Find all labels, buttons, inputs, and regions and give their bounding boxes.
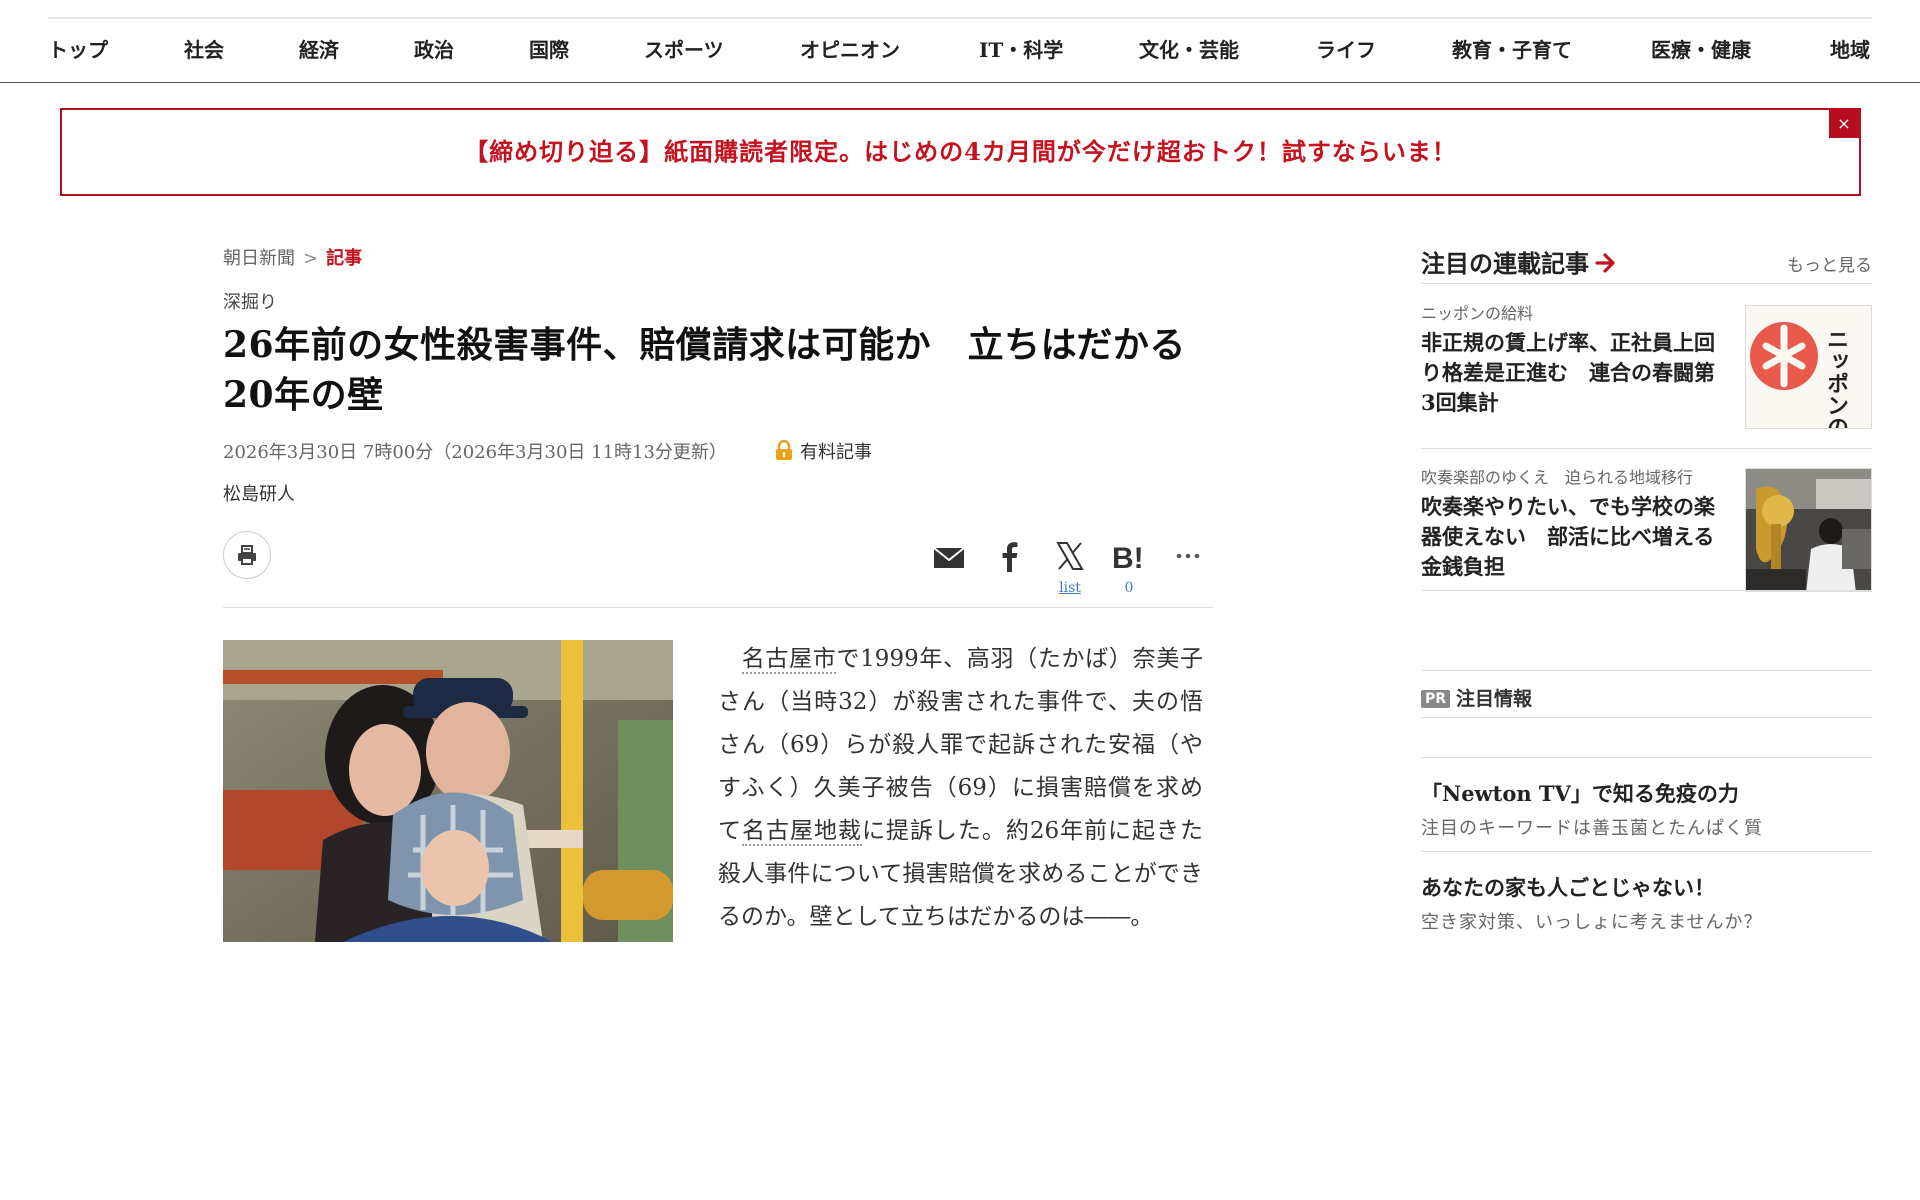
promo-banner: 【締め切り迫る】紙面購読者限定。はじめの4カ月間が今だけ超おトク！試すならいま！… xyxy=(60,108,1861,196)
nav-item-culture[interactable]: 文化・芸能 xyxy=(1139,19,1239,82)
nav-item-society[interactable]: 社会 xyxy=(184,19,224,82)
pr-divider xyxy=(1421,757,1872,758)
breadcrumb-current[interactable]: 記事 xyxy=(326,248,362,269)
pr-heading: PR 注目情報 xyxy=(1421,684,1532,711)
sidebar-divider xyxy=(1421,590,1872,591)
series-title-2[interactable]: 吹奏楽やりたい、でも学校の楽器使えない 部活に比べ増える金銭負担 xyxy=(1421,492,1721,582)
nav-item-opinion[interactable]: オピニオン xyxy=(800,19,900,82)
breadcrumb-separator: > xyxy=(303,248,319,269)
series-thumbnail-1[interactable]: ニッポンの給料 xyxy=(1745,305,1872,429)
article-body-part1: で1999年、高羽（たかば）奈美子さん（当時32）が殺害された事件で、夫の悟さん… xyxy=(718,646,1204,844)
article-divider xyxy=(223,607,1213,608)
article-kicker: 深掘り xyxy=(223,292,277,313)
pr-badge: PR xyxy=(1421,690,1451,708)
x-icon xyxy=(1056,542,1084,570)
nav-item-world[interactable]: 国際 xyxy=(529,19,569,82)
nav-item-health[interactable]: 医療・健康 xyxy=(1651,19,1751,82)
arrow-right-icon xyxy=(1595,253,1615,273)
article-author[interactable]: 松島研人 xyxy=(223,480,295,506)
series-thumbnail-2[interactable] xyxy=(1745,468,1872,592)
share-facebook-button[interactable] xyxy=(998,536,1022,580)
sidebar-title-text: 注目の連載記事 xyxy=(1421,249,1589,278)
nav-item-sports[interactable]: スポーツ xyxy=(644,19,724,82)
family-photo-image xyxy=(223,640,673,942)
promo-close-button[interactable]: × xyxy=(1829,110,1859,138)
sidebar-divider xyxy=(1421,283,1872,284)
article-photo[interactable] xyxy=(223,640,673,942)
brass-band-photo xyxy=(1746,469,1871,591)
pr-heading-text: 注目情報 xyxy=(1456,688,1533,710)
breadcrumb: 朝日新聞 > 記事 xyxy=(223,244,362,270)
article-title-line2: 20年の壁 xyxy=(223,374,384,416)
pr-item-title-2[interactable]: あなたの家も人ごとじゃない！ xyxy=(1421,872,1715,902)
series-title-1[interactable]: 非正規の賃上げ率、正社員上回り格差是正進む 連合の春闘第3回集計 xyxy=(1421,328,1721,418)
nav-bottom-divider xyxy=(0,82,1920,83)
share-more-button[interactable] xyxy=(1175,536,1203,580)
article-title-line1: 26年前の女性殺害事件、賠償請求は可能か 立ちはだかる xyxy=(223,324,1186,366)
series-label-2[interactable]: 吹奏楽部のゆくえ 迫られる地域移行 xyxy=(1421,464,1693,488)
printer-icon xyxy=(238,545,256,565)
more-icon xyxy=(1176,553,1200,559)
sidebar-divider xyxy=(1421,448,1872,449)
facebook-icon xyxy=(1002,542,1018,572)
series-label-1[interactable]: ニッポンの給料 xyxy=(1421,300,1533,324)
hatena-bookmark-icon: B! xyxy=(1112,542,1144,575)
pr-divider xyxy=(1421,851,1872,852)
share-hatena-button[interactable]: B! xyxy=(1112,536,1148,580)
promo-banner-text[interactable]: 【締め切り迫る】紙面購読者限定。はじめの4カ月間が今だけ超おトク！試すならいま！ xyxy=(62,110,1859,194)
article-body: 名古屋市で1999年、高羽（たかば）奈美子さん（当時32）が殺害された事件で、夫… xyxy=(718,638,1203,939)
paid-article-text: 有料記事 xyxy=(800,442,872,463)
share-hatena-count[interactable]: 0 xyxy=(1109,580,1149,596)
print-button[interactable] xyxy=(223,531,271,579)
pr-item-sub-2[interactable]: 空き家対策、いっしょに考えませんか？ xyxy=(1421,908,1762,934)
lock-icon xyxy=(776,439,792,460)
nav-item-region[interactable]: 地域 xyxy=(1830,19,1870,82)
nav-item-politics[interactable]: 政治 xyxy=(414,19,454,82)
svg-text:ニッポンの給料: ニッポンの給料 xyxy=(1823,328,1849,429)
article-body-indent xyxy=(718,646,742,672)
nav-item-it-science[interactable]: IT・科学 xyxy=(979,19,1063,82)
sidebar-title[interactable]: 注目の連載記事 xyxy=(1421,244,1617,279)
salary-series-logo: ニッポンの給料 xyxy=(1746,306,1871,429)
sidebar-more-link[interactable]: もっと見る xyxy=(1787,251,1872,276)
pr-top-divider xyxy=(1421,670,1872,671)
nav-item-top[interactable]: トップ xyxy=(48,19,108,82)
svg-text:B!: B! xyxy=(1112,542,1144,575)
nav-item-economy[interactable]: 経済 xyxy=(299,19,339,82)
nav-item-education[interactable]: 教育・子育て xyxy=(1452,19,1572,82)
pr-item-sub-1[interactable]: 注目のキーワードは善玉菌とたんぱく質 xyxy=(1421,814,1763,840)
breadcrumb-home[interactable]: 朝日新聞 xyxy=(223,248,295,269)
article-title: 26年前の女性殺害事件、賠償請求は可能か 立ちはだかる 20年の壁 xyxy=(223,320,1223,420)
pr-item-title-1[interactable]: 「Newton TV」で知る免疫の力 xyxy=(1421,778,1739,808)
article-dateline: 2026年3月30日 7時00分（2026年3月30日 11時13分更新） xyxy=(223,442,727,463)
mail-icon xyxy=(933,547,965,568)
share-x-button[interactable] xyxy=(1055,536,1085,580)
nav-item-life[interactable]: ライフ xyxy=(1316,19,1376,82)
share-x-count[interactable]: list xyxy=(1050,580,1090,596)
pr-divider xyxy=(1421,717,1872,718)
keyword-link-nagoya-city[interactable]: 名古屋市 xyxy=(741,646,837,674)
global-nav: トップ 社会 経済 政治 国際 スポーツ オピニオン IT・科学 文化・芸能 ラ… xyxy=(48,19,1872,82)
paid-article-label: 有料記事 xyxy=(774,438,872,464)
keyword-link-nagoya-court[interactable]: 名古屋地裁 xyxy=(742,818,862,846)
share-mail-button[interactable] xyxy=(933,536,965,580)
